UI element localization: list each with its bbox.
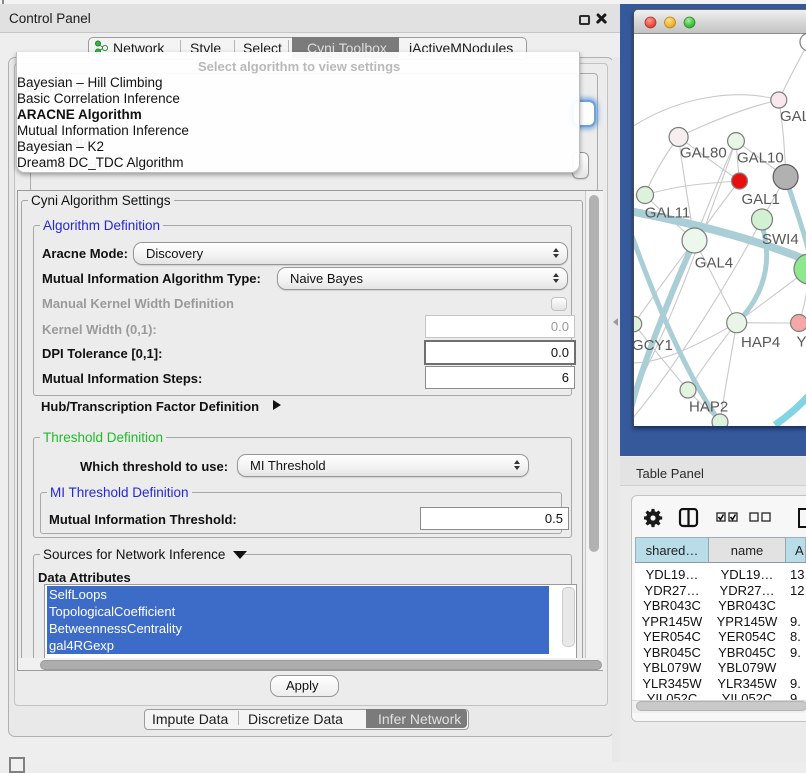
svg-text:GAL4: GAL4 [695, 255, 733, 272]
svg-text:SWI4: SWI4 [762, 231, 799, 248]
svg-text:GAL11: GAL11 [645, 205, 691, 222]
svg-text:GAL80: GAL80 [680, 145, 727, 162]
svg-text:HAP4: HAP4 [741, 334, 780, 351]
svg-text:GAL1: GAL1 [742, 191, 780, 208]
svg-text:HAP2: HAP2 [689, 398, 728, 415]
svg-text:GAL10: GAL10 [737, 150, 784, 167]
svg-text:GCY1: GCY1 [634, 337, 673, 354]
svg-text:GAL2: GAL2 [780, 108, 806, 125]
svg-text:YM: YM [797, 334, 806, 351]
